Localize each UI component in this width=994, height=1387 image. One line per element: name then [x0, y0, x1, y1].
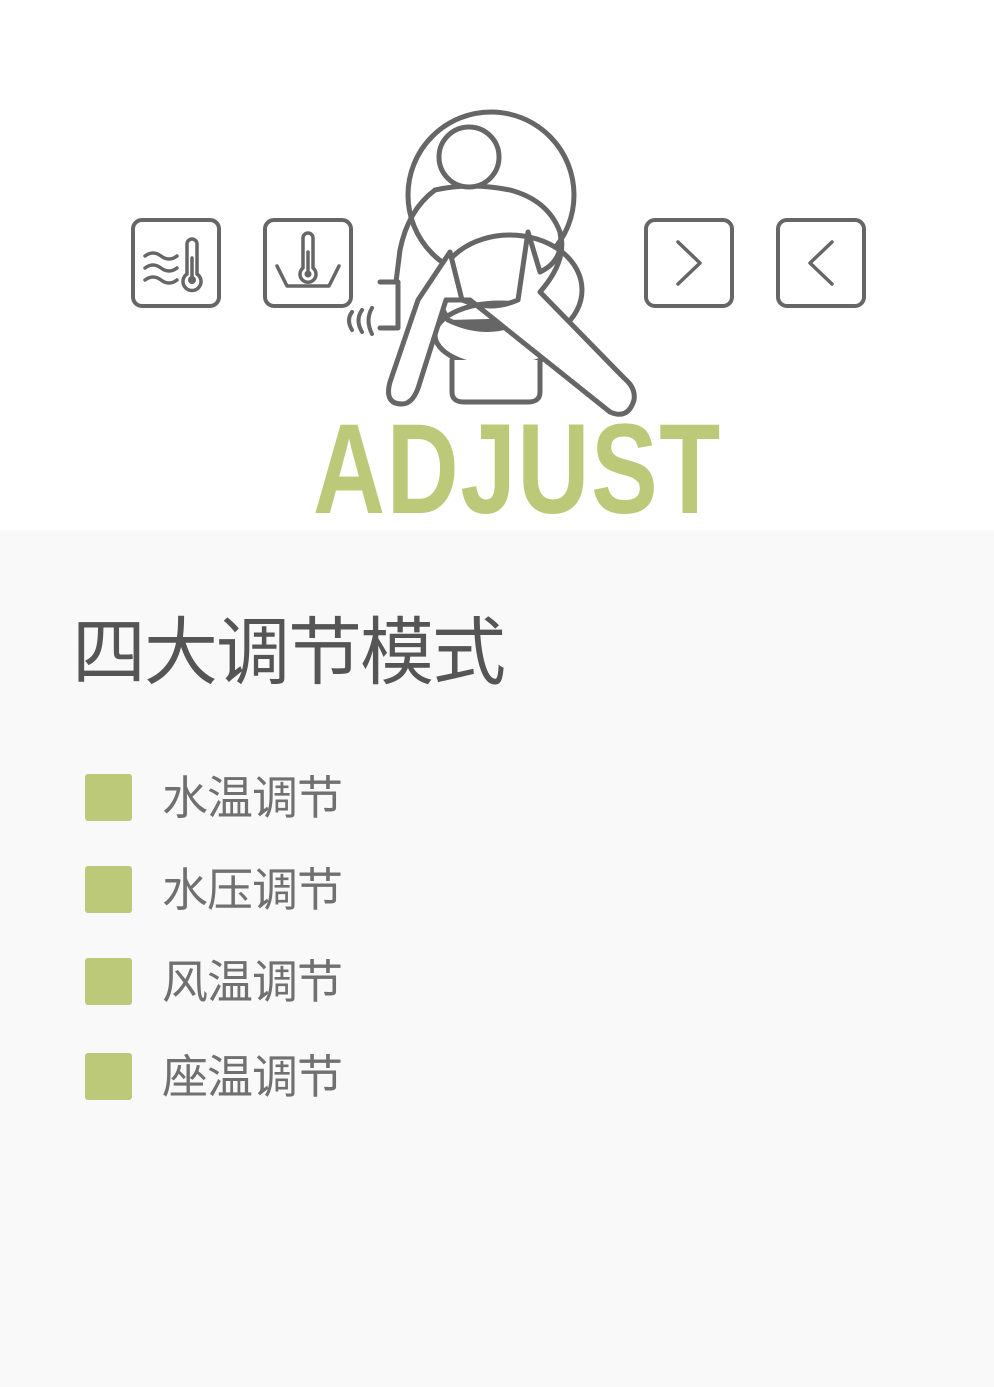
bullet-square [85, 866, 132, 913]
list-item: 水压调节 [85, 860, 485, 920]
list-item: 水温调节 [85, 768, 485, 828]
bullet-square [85, 1053, 132, 1100]
hero-word: ADJUST [313, 398, 722, 541]
list-item: 风温调节 [85, 952, 485, 1012]
bullet-square [85, 774, 132, 821]
section-title: 四大调节模式 [72, 610, 506, 696]
list-item: 座温调节 [85, 1047, 485, 1107]
air-temperature-icon[interactable] [131, 218, 221, 308]
water-temperature-icon[interactable] [263, 218, 353, 308]
mode-label: 水温调节 [162, 771, 343, 825]
mode-label: 风温调节 [162, 955, 343, 1009]
bullet-square [85, 958, 132, 1005]
chevron-right-icon[interactable] [644, 218, 734, 308]
mode-label: 座温调节 [162, 1050, 343, 1104]
chevron-left-icon[interactable] [776, 218, 866, 308]
mode-label: 水压调节 [162, 863, 343, 917]
